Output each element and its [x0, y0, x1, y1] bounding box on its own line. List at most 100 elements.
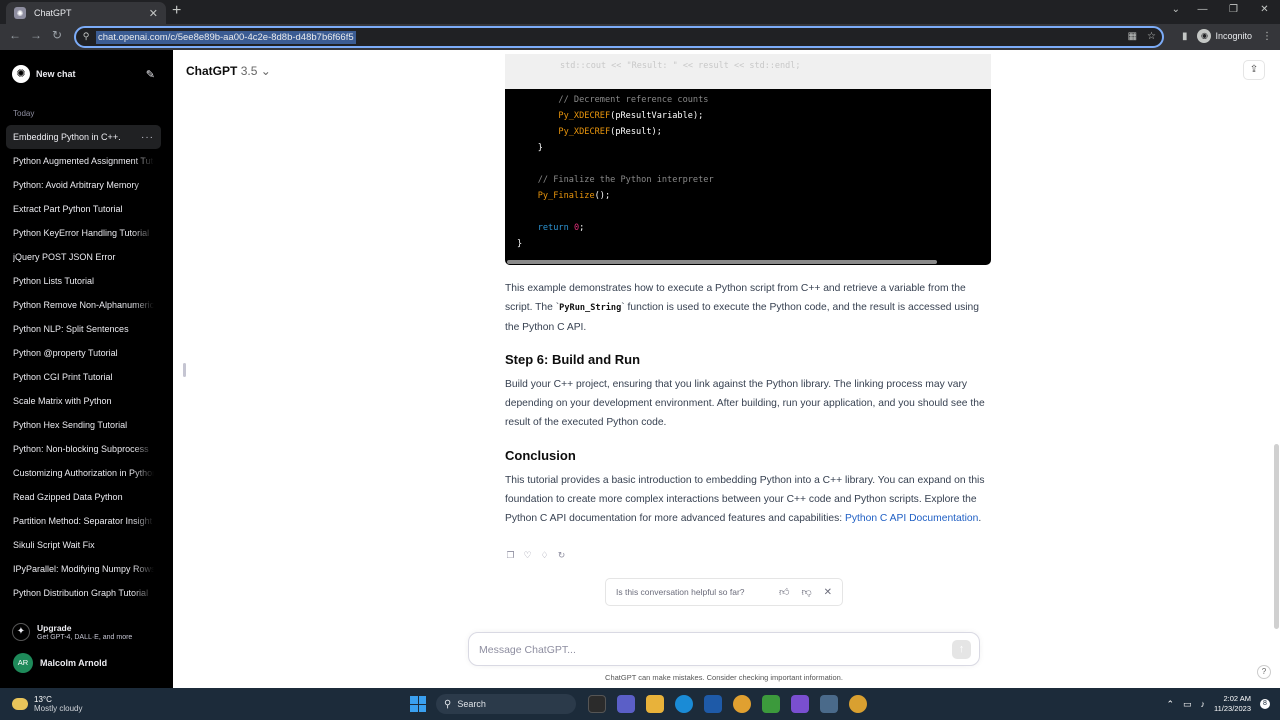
chat-item[interactable]: IPyParallel: Modifying Numpy Rows [6, 557, 161, 581]
browser-tab[interactable]: ✺ ChatGPT ✕ [6, 2, 166, 24]
weather-widget[interactable]: 13°C Mostly cloudy [12, 695, 82, 713]
code-line: } [517, 140, 714, 156]
chat-item[interactable]: Python KeyError Handling Tutorial [6, 221, 161, 245]
close-icon[interactable]: ✕ [824, 587, 832, 598]
new-tab-icon[interactable]: + [172, 3, 181, 19]
upgrade-button[interactable]: ✦ Upgrade Get GPT-4, DALL·E, and more [12, 623, 132, 641]
new-chat-button[interactable]: ✺ New chat ✎ [6, 62, 161, 86]
search-icon: ⚲ [444, 698, 452, 710]
compose-icon[interactable]: ✎ [146, 68, 155, 81]
chat-item[interactable]: Python NLP: Split Sentences [6, 317, 161, 341]
network-icon[interactable]: ▭ [1183, 699, 1192, 710]
chat-item[interactable]: Python Augmented Assignment Tutorial [6, 149, 161, 173]
minimize-icon[interactable]: — [1187, 0, 1218, 24]
regenerate-icon[interactable]: ↻ [556, 550, 567, 561]
user-menu[interactable]: AR Malcolm Arnold [13, 653, 107, 673]
code-line: } [517, 236, 714, 252]
upgrade-title: Upgrade [37, 623, 72, 633]
forward-icon[interactable]: → [27, 28, 45, 42]
thumbs-up-icon[interactable]: 👍︎ [779, 586, 789, 598]
chat-item[interactable]: jQuery POST JSON Error [6, 245, 161, 269]
weather-temp: 13°C [34, 695, 52, 704]
chat-item[interactable]: Python: Non-blocking Subprocess [6, 437, 161, 461]
chat-item[interactable]: Sikuli Script Wait Fix [6, 533, 161, 557]
chat-app-icon[interactable] [617, 695, 635, 713]
chrome-icon[interactable] [733, 695, 751, 713]
code-token: // Decrement reference counts [558, 95, 709, 105]
chat-item[interactable]: Partition Method: Separator Insight [6, 509, 161, 533]
task-view-icon[interactable] [588, 695, 606, 713]
message-input[interactable] [479, 641, 939, 659]
copy-icon[interactable]: ❐ [505, 550, 516, 561]
chevron-up-icon[interactable]: ⌃ [1166, 699, 1174, 710]
response-paragraph: This tutorial provides a basic introduct… [505, 475, 985, 524]
chat-item[interactable]: Embedding Python in C++. ··· [6, 125, 161, 149]
volume-icon[interactable]: ♪ [1201, 699, 1206, 709]
clock[interactable]: 2:02 AM 11/23/2023 [1214, 694, 1251, 714]
code-token: Py_XDECREF [558, 111, 611, 121]
chat-item[interactable]: Python @property Tutorial [6, 341, 161, 365]
site-info-icon[interactable]: ⚲ [80, 31, 92, 43]
openai-logo-icon: ✺ [12, 65, 30, 83]
disclaimer: ChatGPT can make mistakes. Consider chec… [605, 673, 843, 682]
tab-close-icon[interactable]: ✕ [149, 7, 158, 20]
edge-icon[interactable] [675, 695, 693, 713]
address-bar[interactable]: ⚲ chat.openai.com/c/5ee8e89b-aa00-4c2e-8… [74, 26, 1164, 48]
thumbs-up-icon[interactable]: ♡ [522, 550, 533, 561]
chat-item[interactable]: Python Remove Non-Alphanumeric [6, 293, 161, 317]
chat-item[interactable]: Python Hex Sending Tutorial [6, 413, 161, 437]
browser-tab-bar: ✺ ChatGPT ✕ + ⌄ — ❐ ✕ [0, 0, 1280, 24]
taskbar-apps [588, 695, 867, 713]
python-c-api-link[interactable]: Python C API Documentation [845, 513, 978, 524]
chat-item[interactable]: Python CGI Print Tutorial [6, 365, 161, 389]
code-lines: // Decrement reference counts Py_XDECREF… [517, 92, 714, 252]
app-icon[interactable] [762, 695, 780, 713]
chat-item[interactable]: Customizing Authorization in Python [6, 461, 161, 485]
weather-desc: Mostly cloudy [34, 704, 83, 713]
app-icon[interactable] [791, 695, 809, 713]
store-icon[interactable] [704, 695, 722, 713]
page-scrollbar[interactable] [1274, 444, 1279, 629]
reload-icon[interactable]: ↻ [48, 28, 66, 42]
incognito-indicator[interactable]: ◉ Incognito [1197, 29, 1252, 43]
bookmark-star-icon[interactable]: ☆ [1147, 31, 1156, 42]
url-text[interactable]: chat.openai.com/c/5ee8e89b-aa00-4c2e-8d8… [96, 30, 356, 44]
model-selector[interactable]: ChatGPT 3.5 ⌄ [186, 64, 271, 78]
qr-code-icon[interactable]: ▦ [1128, 31, 1137, 42]
app-icon[interactable] [820, 695, 838, 713]
side-panel-icon[interactable]: ▮ [1182, 31, 1188, 42]
back-icon[interactable]: ← [6, 28, 24, 42]
chat-item[interactable]: Scale Matrix with Python [6, 389, 161, 413]
share-icon[interactable]: ⇪ [1243, 60, 1265, 80]
help-icon[interactable]: ? [1257, 665, 1271, 679]
incognito-label: Incognito [1215, 31, 1252, 41]
sparkle-icon: ✦ [12, 623, 30, 641]
chrome-icon[interactable] [849, 695, 867, 713]
file-explorer-icon[interactable] [646, 695, 664, 713]
user-name: Malcolm Arnold [40, 658, 108, 668]
close-window-icon[interactable]: ✕ [1249, 0, 1280, 24]
chat-item[interactable]: Python: Avoid Arbitrary Memory [6, 173, 161, 197]
thumbs-down-icon[interactable]: 👎︎ [801, 586, 811, 598]
thumbs-down-icon[interactable]: ♢ [539, 550, 550, 561]
chat-item[interactable]: Read Gzipped Data Python [6, 485, 161, 509]
chat-item[interactable]: Extract Part Python Tutorial [6, 197, 161, 221]
sidebar-collapse-handle[interactable] [183, 363, 186, 377]
restore-icon[interactable]: ❐ [1218, 0, 1249, 24]
more-options-icon[interactable]: ··· [141, 132, 154, 143]
notification-badge[interactable]: 8 [1260, 699, 1270, 709]
code-token: (pResult); [610, 127, 662, 137]
tab-search-icon[interactable]: ⌄ [1172, 4, 1180, 15]
taskbar-search[interactable]: ⚲ Search [436, 694, 576, 714]
new-chat-label: New chat [36, 69, 76, 79]
chat-item[interactable]: Python Lists Tutorial [6, 269, 161, 293]
chat-item[interactable]: Python Distribution Graph Tutorial [6, 581, 161, 605]
weather-cloud-icon [12, 698, 28, 710]
windows-start-icon[interactable] [410, 696, 426, 712]
code-line: // Finalize the Python interpreter [517, 172, 714, 188]
browser-menu-icon[interactable]: ⋮ [1262, 31, 1272, 42]
code-horizontal-scrollbar[interactable] [507, 260, 937, 264]
send-button[interactable]: ↑ [952, 640, 971, 659]
